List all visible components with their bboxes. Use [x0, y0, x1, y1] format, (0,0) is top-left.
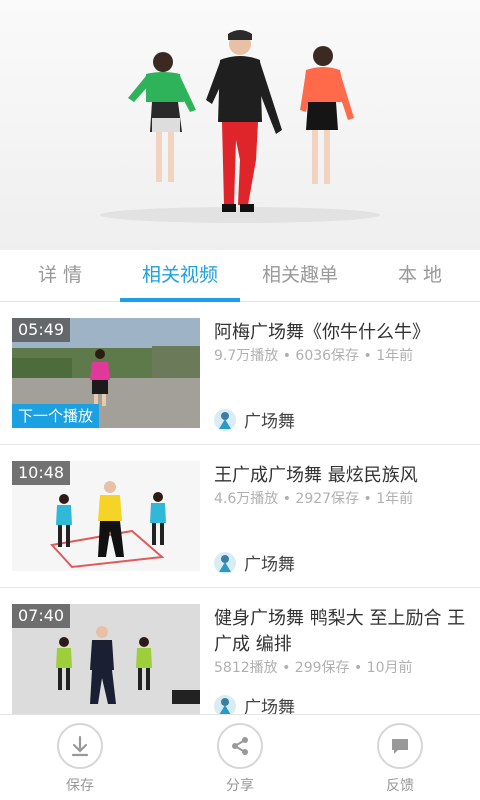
feedback-button[interactable]: 反馈 [320, 715, 480, 800]
video-thumbnail[interactable]: 07:40 [12, 604, 200, 714]
tab-bar: 详 情 相关视频 相关趣单 本 地 [0, 250, 480, 302]
video-author[interactable]: 广场舞 [214, 550, 295, 575]
video-meta: 5812播放 • 299保存 • 10月前 [214, 660, 413, 676]
share-button[interactable]: 分享 [160, 715, 320, 800]
video-author[interactable]: 广场舞 [214, 693, 295, 714]
video-title[interactable]: 王广成广场舞 最炫民族风 [214, 463, 474, 489]
save-label: 保存 [66, 778, 94, 794]
feedback-label: 反馈 [386, 778, 414, 794]
video-player[interactable] [0, 0, 480, 250]
bottom-action-bar: 保存 分享 反馈 [0, 714, 480, 800]
share-label: 分享 [226, 778, 254, 794]
download-icon [57, 723, 103, 769]
video-author[interactable]: 广场舞 [214, 407, 295, 432]
video-meta: 9.7万播放 • 6036保存 • 1年前 [214, 348, 414, 364]
related-video-list: 05:49 下一个播放 阿梅广场舞《你牛什么牛》 9.7万播放 • 6036保存… [0, 302, 480, 714]
video-title[interactable]: 健身广场舞 鸭梨大 至上励合 王广成 编排 [214, 606, 474, 658]
video-duration: 05:49 [12, 318, 71, 342]
video-list-item[interactable]: 10:48 王广成广场舞 最炫民族风 4.6万播放 • 2927保存 • 1年前… [0, 445, 480, 588]
video-thumbnail[interactable]: 05:49 下一个播放 [12, 318, 200, 428]
author-avatar [214, 551, 236, 574]
video-thumbnail[interactable]: 10:48 [12, 461, 200, 571]
tab-details[interactable]: 详 情 [0, 250, 120, 301]
dancer-right [300, 46, 354, 184]
share-icon [217, 723, 263, 769]
dancer-center [206, 30, 282, 212]
save-button[interactable]: 保存 [0, 715, 160, 800]
next-play-badge: 下一个播放 [12, 404, 100, 428]
video-list-item[interactable]: 07:40 健身广场舞 鸭梨大 至上励合 王广成 编排 5812播放 • 299… [0, 588, 480, 714]
author-name: 广场舞 [244, 555, 295, 575]
author-name: 广场舞 [244, 412, 295, 432]
author-avatar [214, 408, 236, 431]
tab-related-videos[interactable]: 相关视频 [120, 250, 240, 302]
feedback-icon [377, 723, 423, 769]
video-duration: 10:48 [12, 461, 71, 485]
video-title[interactable]: 阿梅广场舞《你牛什么牛》 [214, 320, 474, 346]
video-meta: 4.6万播放 • 2927保存 • 1年前 [214, 491, 414, 507]
video-list-item[interactable]: 05:49 下一个播放 阿梅广场舞《你牛什么牛》 9.7万播放 • 6036保存… [0, 302, 480, 445]
author-name: 广场舞 [244, 698, 295, 714]
video-duration: 07:40 [12, 604, 71, 628]
dancer-left [128, 52, 196, 182]
author-avatar [214, 694, 236, 714]
tab-related-playlists[interactable]: 相关趣单 [240, 250, 360, 301]
video-frame-dancers [100, 30, 380, 223]
tab-local[interactable]: 本 地 [360, 250, 480, 301]
